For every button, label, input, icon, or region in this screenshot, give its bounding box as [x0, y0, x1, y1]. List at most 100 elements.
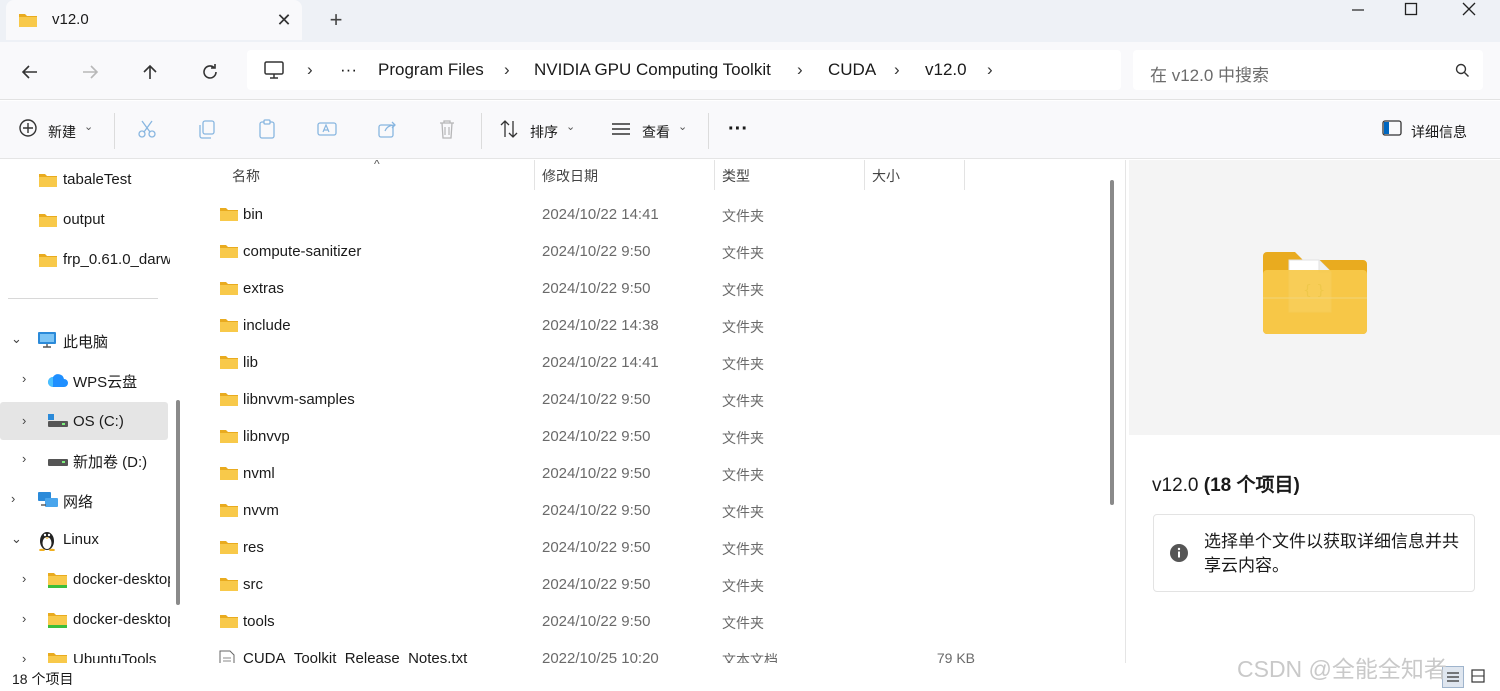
computer-icon — [37, 331, 57, 353]
file-type: 文件夹 — [722, 319, 764, 335]
chevron-right-icon[interactable]: › — [22, 371, 26, 386]
column-header-name[interactable]: 名称 — [232, 166, 260, 186]
sidebar-item-docker-desktop[interactable]: › docker-desktop — [0, 562, 170, 596]
chevron-right-icon[interactable]: › — [22, 611, 26, 626]
sidebar-item-network[interactable]: › 网络 — [0, 482, 170, 516]
sidebar-item-linux[interactable]: ⌄ Linux — [0, 522, 170, 556]
sidebar-item-label: OS (C:) — [73, 413, 124, 430]
chevron-right-icon[interactable]: › — [22, 571, 26, 586]
column-header-type[interactable]: 类型 — [722, 166, 750, 186]
column-header-date[interactable]: 修改日期 — [542, 166, 598, 186]
new-button[interactable]: 新建 ⌄ — [18, 118, 98, 144]
file-list-scrollbar[interactable] — [1110, 180, 1114, 505]
file-name: lib — [243, 354, 259, 371]
breadcrumb-nvidia[interactable]: NVIDIA GPU Computing Toolkit — [534, 60, 771, 80]
minimize-button[interactable] — [1335, 0, 1381, 18]
sidebar-item-frp[interactable]: frp_0.61.0_darwin — [0, 242, 170, 276]
sidebar-item-docker-desktop-data[interactable]: › docker-desktop-data — [0, 602, 170, 636]
file-row[interactable]: src 2024/10/22 9:50 文件夹 — [210, 567, 1070, 604]
sidebar-item-tabaletest[interactable]: tabaleTest — [0, 162, 170, 196]
sidebar-item-output[interactable]: output — [0, 202, 170, 236]
file-type: 文件夹 — [722, 393, 764, 409]
tiles-view-button[interactable] — [1468, 666, 1490, 688]
file-row[interactable]: libnvvp 2024/10/22 9:50 文件夹 — [210, 419, 1070, 456]
sidebar-item-label: 此电脑 — [63, 334, 109, 351]
file-type: 文件夹 — [722, 356, 764, 372]
file-row[interactable]: tools 2024/10/22 9:50 文件夹 — [210, 604, 1070, 641]
chevron-right-icon[interactable]: › — [22, 651, 26, 663]
breadcrumb-more[interactable]: ··· — [340, 60, 357, 80]
forward-button[interactable] — [76, 58, 104, 86]
paste-button[interactable] — [256, 118, 278, 144]
chevron-right-icon[interactable]: › — [894, 60, 900, 80]
rename-icon — [317, 122, 337, 136]
sidebar-item-label: Linux — [63, 531, 99, 548]
file-row[interactable]: res 2024/10/22 9:50 文件夹 — [210, 530, 1070, 567]
file-row[interactable]: libnvvm-samples 2024/10/22 9:50 文件夹 — [210, 382, 1070, 419]
chevron-right-icon[interactable]: › — [11, 491, 15, 506]
column-divider[interactable] — [964, 160, 965, 190]
file-row[interactable]: compute-sanitizer 2024/10/22 9:50 文件夹 — [210, 234, 1070, 271]
sidebar-item-this-pc[interactable]: ⌄ 此电脑 — [0, 322, 170, 356]
chevron-right-icon[interactable]: › — [797, 60, 803, 80]
folder-icon — [219, 391, 239, 411]
file-row[interactable]: lib 2024/10/22 14:41 文件夹 — [210, 345, 1070, 382]
folder-icon — [219, 502, 239, 522]
file-row[interactable]: CUDA_Toolkit_Release_Notes.txt 2022/10/25… — [210, 641, 1070, 663]
tiles-view-icon — [1471, 669, 1485, 683]
plus-circle-icon — [19, 119, 37, 137]
sidebar-item-ubuntutools[interactable]: › UbuntuTools — [0, 642, 170, 663]
column-divider[interactable] — [714, 160, 715, 190]
file-row[interactable]: include 2024/10/22 14:38 文件夹 — [210, 308, 1070, 345]
sidebar-scrollbar[interactable] — [176, 400, 180, 605]
maximize-button[interactable] — [1388, 0, 1434, 18]
column-header-size[interactable]: 大小 — [872, 166, 900, 186]
share-button[interactable] — [376, 118, 398, 144]
details-pane: { } v12.0 (18 个项目) 选择单个文件以获取详细信息并共享云内容。 — [1125, 160, 1500, 663]
file-row[interactable]: nvvm 2024/10/22 9:50 文件夹 — [210, 493, 1070, 530]
view-button[interactable]: 查看 ⌄ — [610, 118, 690, 144]
breadcrumb-v12[interactable]: v12.0 — [925, 60, 967, 80]
tab-v12[interactable]: v12.0 ✕ — [6, 0, 302, 40]
rename-button[interactable] — [316, 118, 338, 144]
chevron-right-icon[interactable]: › — [22, 413, 26, 428]
divider — [481, 113, 482, 149]
up-button[interactable] — [136, 58, 164, 86]
search-icon[interactable] — [1455, 63, 1470, 82]
details-pane-button[interactable]: 详细信息 — [1381, 118, 1481, 144]
search-input[interactable]: 在 v12.0 中搜索 — [1133, 50, 1483, 90]
delete-button[interactable] — [436, 118, 458, 144]
close-window-button[interactable] — [1446, 0, 1492, 18]
sort-button[interactable]: 排序 ⌄ — [498, 118, 578, 144]
tab-bar: v12.0 ✕ + — [0, 0, 1500, 42]
sidebar-item-wps[interactable]: › WPS云盘 — [0, 362, 170, 396]
chevron-right-icon[interactable]: › — [987, 60, 993, 80]
computer-icon[interactable] — [263, 60, 285, 84]
file-row[interactable]: extras 2024/10/22 9:50 文件夹 — [210, 271, 1070, 308]
breadcrumb-cuda[interactable]: CUDA — [828, 60, 876, 80]
chevron-right-icon[interactable]: › — [307, 60, 313, 80]
sidebar-item-d-drive[interactable]: › 新加卷 (D:) — [0, 442, 170, 476]
column-divider[interactable] — [534, 160, 535, 190]
column-divider[interactable] — [864, 160, 865, 190]
chevron-right-icon[interactable]: › — [22, 451, 26, 466]
new-tab-button[interactable]: + — [322, 6, 350, 34]
folder-icon — [219, 354, 239, 374]
back-button[interactable] — [16, 58, 44, 86]
chevron-down-icon[interactable]: ⌄ — [11, 531, 22, 547]
tab-close-icon[interactable]: ✕ — [270, 6, 298, 34]
chevron-right-icon[interactable]: › — [504, 60, 510, 80]
refresh-button[interactable] — [196, 58, 224, 86]
file-size: 79 KB — [936, 650, 975, 663]
file-row[interactable]: nvml 2024/10/22 9:50 文件夹 — [210, 456, 1070, 493]
drive-icon — [47, 452, 69, 472]
cut-button[interactable] — [136, 118, 158, 144]
more-options-button[interactable]: ··· — [726, 118, 756, 144]
breadcrumb-program-files[interactable]: Program Files — [378, 60, 484, 80]
sidebar-item-c-drive[interactable]: › OS (C:) — [0, 402, 168, 440]
chevron-down-icon[interactable]: ⌄ — [11, 331, 22, 347]
breadcrumb[interactable]: › ··· Program Files › NVIDIA GPU Computi… — [247, 50, 1121, 90]
file-type: 文件夹 — [722, 504, 764, 520]
file-row[interactable]: bin 2024/10/22 14:41 文件夹 — [210, 197, 1070, 234]
copy-button[interactable] — [196, 118, 218, 144]
